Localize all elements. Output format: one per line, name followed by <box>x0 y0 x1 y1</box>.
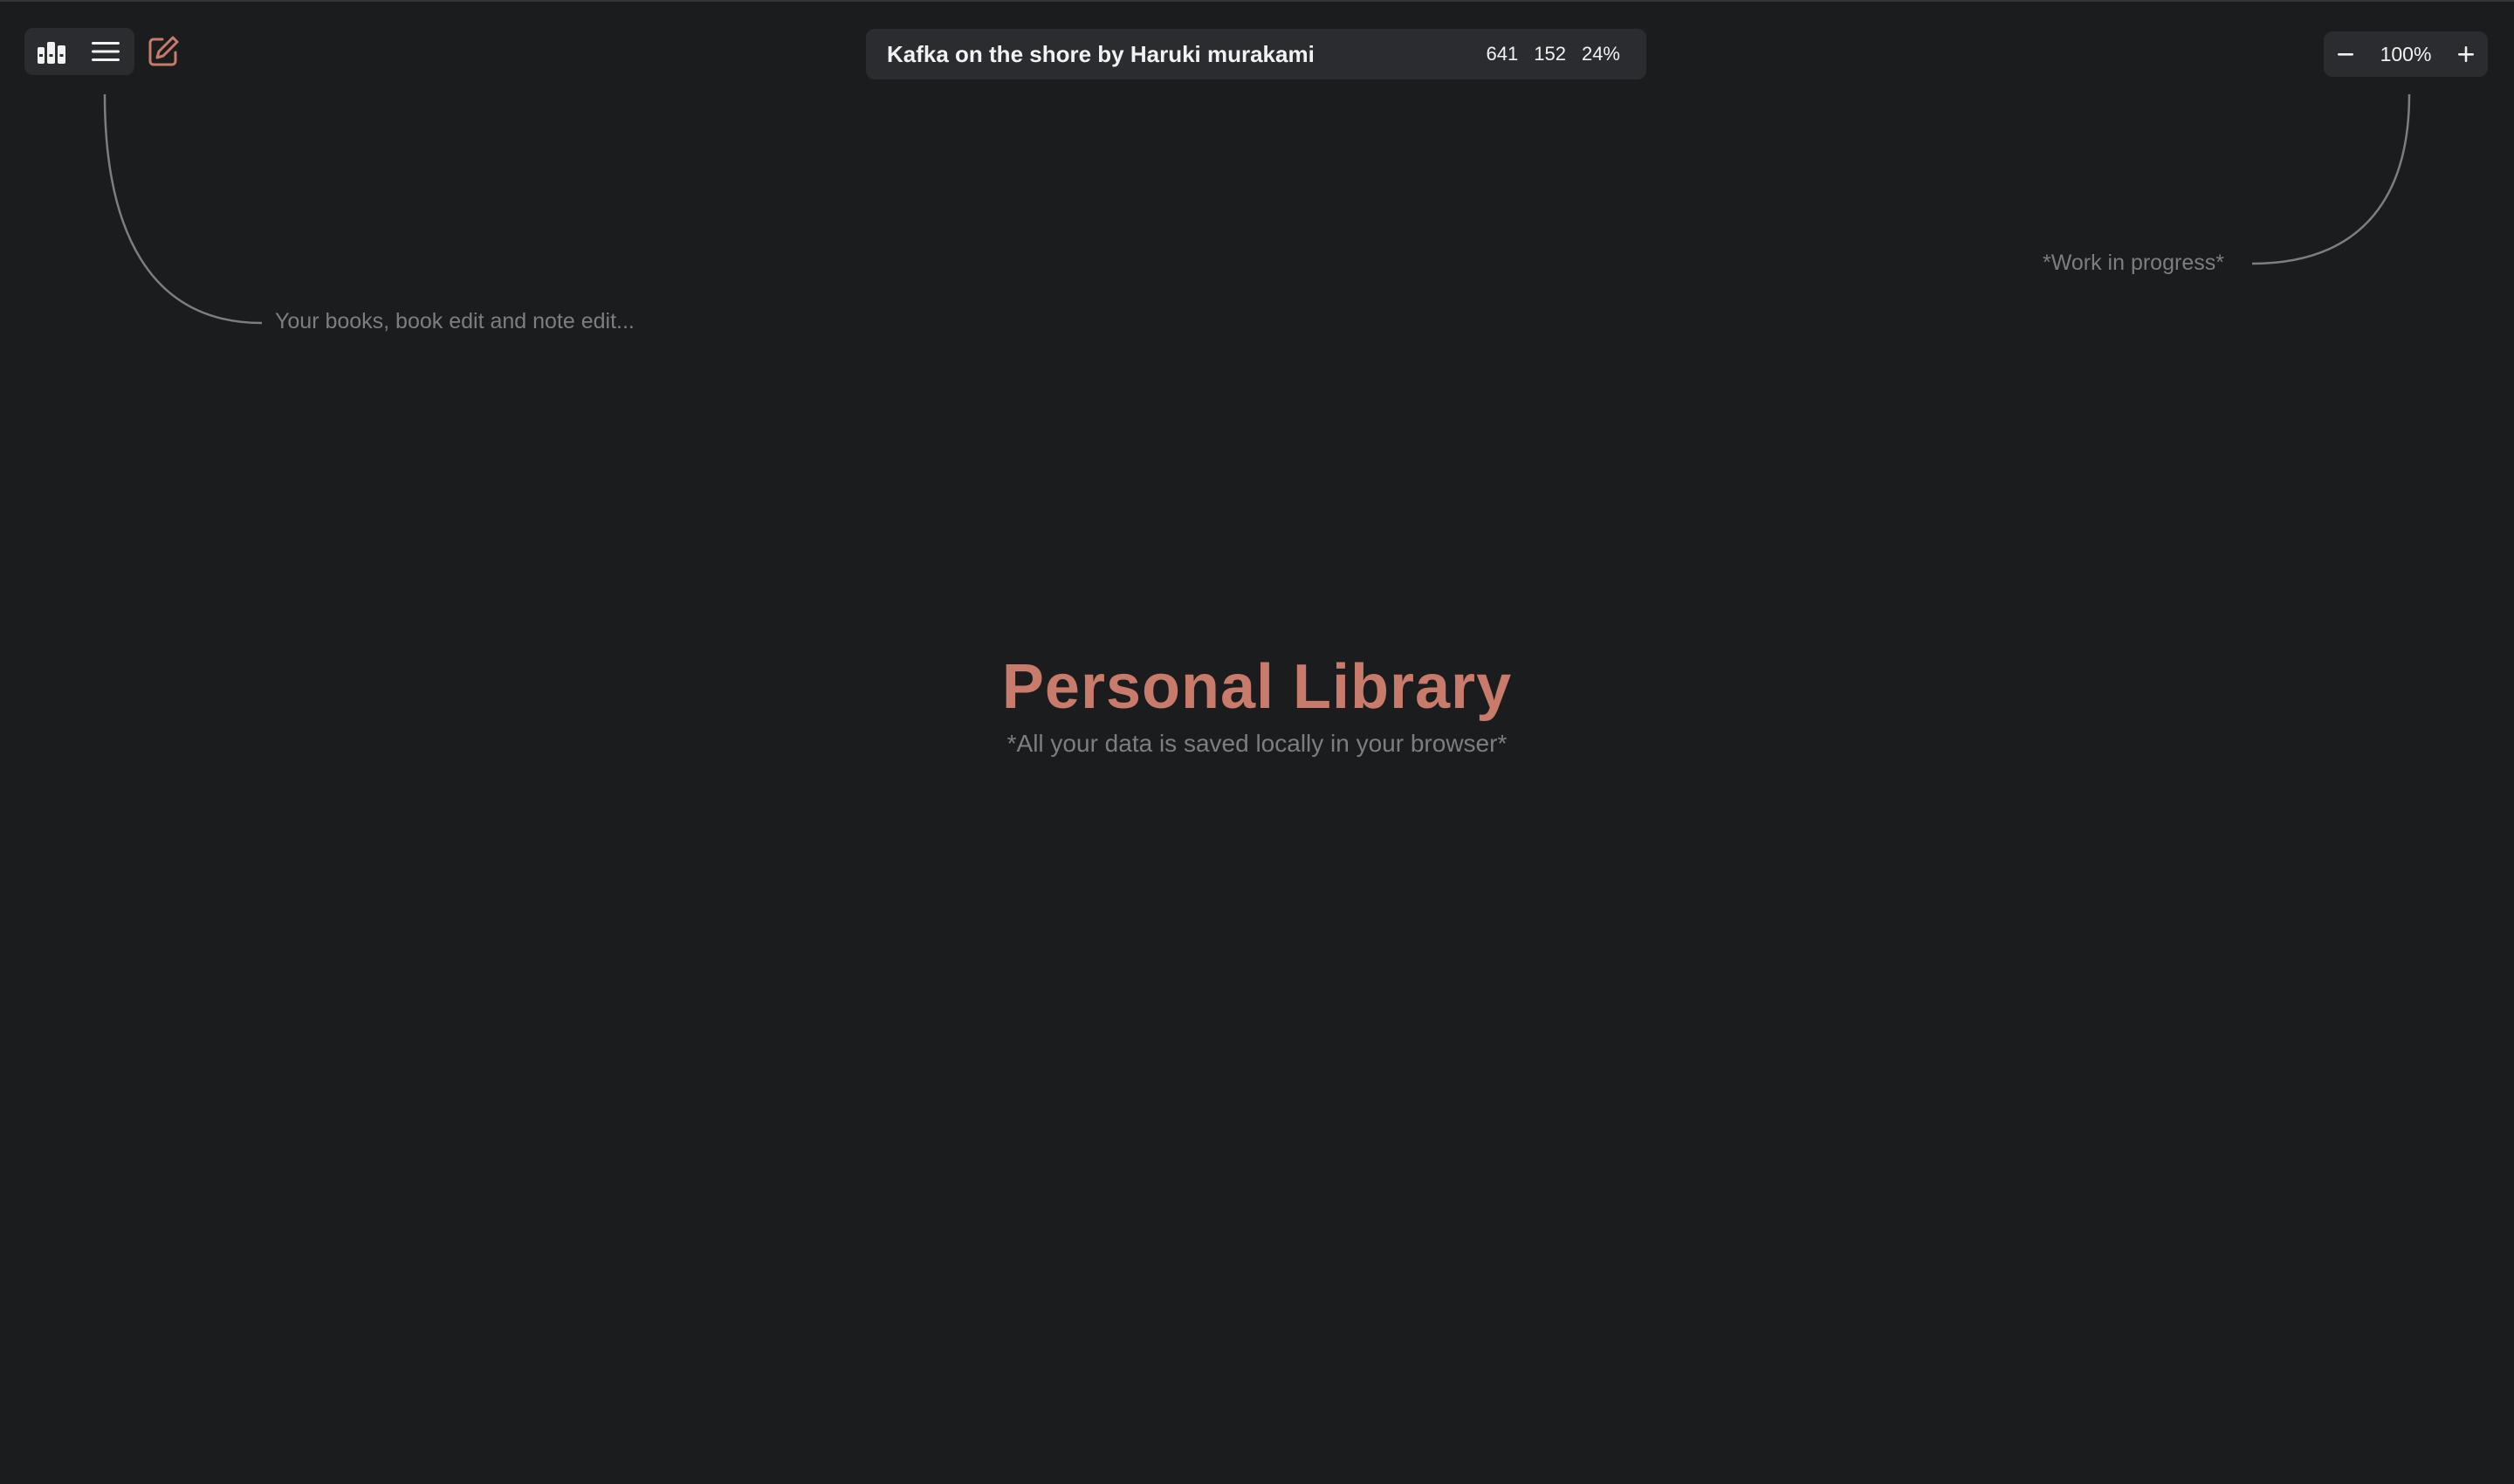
toolbar-left <box>24 28 134 75</box>
app-canvas: Kafka on the shore by Haruki murakami 64… <box>0 0 2514 1484</box>
zoom-level: 100% <box>2380 43 2432 65</box>
current-book-bar[interactable]: Kafka on the shore by Haruki murakami 64… <box>866 29 1646 79</box>
minus-icon <box>2338 53 2353 56</box>
left-hint-text: Your books, book edit and note edit... <box>275 309 635 333</box>
stat-current-page: 152 <box>1534 43 1566 65</box>
zoom-control: 100% <box>2324 31 2488 77</box>
stat-progress-percent: 24% <box>1581 43 1620 65</box>
page-subtitle: *All your data is saved locally in your … <box>1006 730 1508 757</box>
library-button[interactable] <box>24 28 79 75</box>
menu-button[interactable] <box>79 28 133 75</box>
edit-note-button[interactable] <box>140 28 187 75</box>
stat-total-pages: 641 <box>1486 43 1519 65</box>
left-annotation-curve <box>103 93 263 325</box>
hamburger-menu-icon <box>92 42 120 61</box>
zoom-out-button[interactable] <box>2324 31 2367 77</box>
zoom-in-button[interactable] <box>2444 31 2488 77</box>
page-title: Personal Library <box>1001 652 1513 722</box>
right-hint-text: *Work in progress* <box>2043 251 2224 275</box>
bookshelf-icon <box>38 42 65 64</box>
right-annotation-curve <box>2251 93 2411 265</box>
plus-icon <box>2458 46 2474 62</box>
current-book-title: Kafka on the shore by Haruki murakami <box>887 41 1315 67</box>
reading-stats: 641 152 24% <box>1487 29 1620 79</box>
edit-note-icon <box>148 36 179 66</box>
